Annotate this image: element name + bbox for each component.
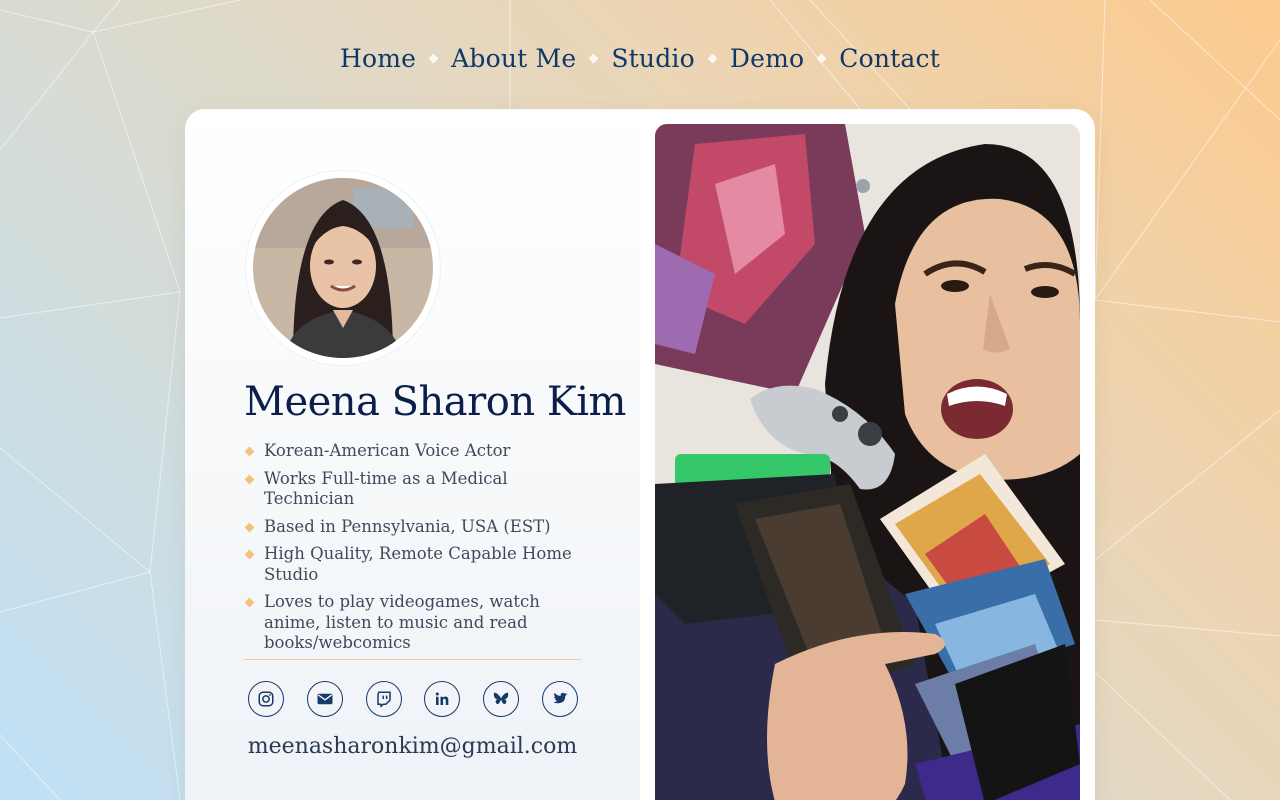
twitter-icon: [553, 692, 568, 704]
fact-item: Loves to play videogames, watch anime, l…: [244, 592, 589, 654]
diamond-bullet-icon: [244, 474, 255, 484]
twitter-link[interactable]: [541, 681, 578, 717]
email-link[interactable]: [306, 681, 343, 717]
linkedin-icon: [436, 692, 449, 705]
profile-card: Meena Sharon Kim Korean-American Voice A…: [185, 109, 1095, 800]
email-address-link[interactable]: meenasharonkim@gmail.com: [244, 734, 581, 759]
diamond-bullet-icon: [244, 446, 255, 457]
fact-text: Loves to play videogames, watch anime, l…: [264, 592, 540, 652]
avatar-portrait-image: [253, 178, 433, 358]
mail-icon: [317, 693, 333, 705]
diamond-bullet-icon: [244, 597, 255, 608]
main-navigation: Home About Me Studio Demo Contact: [0, 44, 1280, 73]
fact-item: Works Full-time as a Medical Technician: [244, 469, 589, 510]
profile-facts-list: Korean-American Voice Actor Works Full-t…: [244, 441, 589, 661]
profile-avatar: [246, 171, 440, 365]
fact-text: Based in Pennsylvania, USA (EST): [264, 516, 551, 536]
fact-text: Works Full-time as a Medical Technician: [264, 468, 508, 509]
diamond-bullet-icon: [244, 549, 255, 560]
instagram-link[interactable]: [248, 681, 284, 717]
instagram-icon: [258, 691, 274, 707]
nav-contact-link[interactable]: Contact: [835, 44, 944, 73]
diamond-bullet-icon: [244, 522, 255, 532]
profile-feature-photo: [655, 124, 1080, 800]
section-divider: [244, 659, 581, 660]
social-links: [248, 681, 578, 717]
nav-studio-link[interactable]: Studio: [607, 44, 699, 73]
profile-info-panel: Meena Sharon Kim Korean-American Voice A…: [185, 109, 640, 800]
bluesky-icon: [493, 692, 509, 705]
twitch-link[interactable]: [365, 681, 402, 717]
gaming-photo-image: [655, 124, 1080, 800]
nav-home-link[interactable]: Home: [336, 44, 420, 73]
fact-text: Korean-American Voice Actor: [264, 441, 511, 460]
nav-demo-link[interactable]: Demo: [726, 44, 808, 73]
twitch-icon: [376, 691, 391, 708]
fact-item: Korean-American Voice Actor: [244, 441, 589, 462]
nav-separator: [588, 53, 599, 64]
fact-item: Based in Pennsylvania, USA (EST): [244, 517, 589, 538]
nav-about-link[interactable]: About Me: [447, 44, 580, 73]
fact-item: High Quality, Remote Capable Home Studio: [244, 544, 589, 585]
bluesky-link[interactable]: [483, 681, 520, 717]
nav-separator: [428, 53, 439, 64]
nav-separator: [816, 53, 827, 64]
linkedin-link[interactable]: [424, 681, 461, 717]
profile-name: Meena Sharon Kim: [244, 379, 626, 425]
nav-separator: [707, 53, 718, 64]
fact-text: High Quality, Remote Capable Home Studio: [264, 544, 572, 584]
